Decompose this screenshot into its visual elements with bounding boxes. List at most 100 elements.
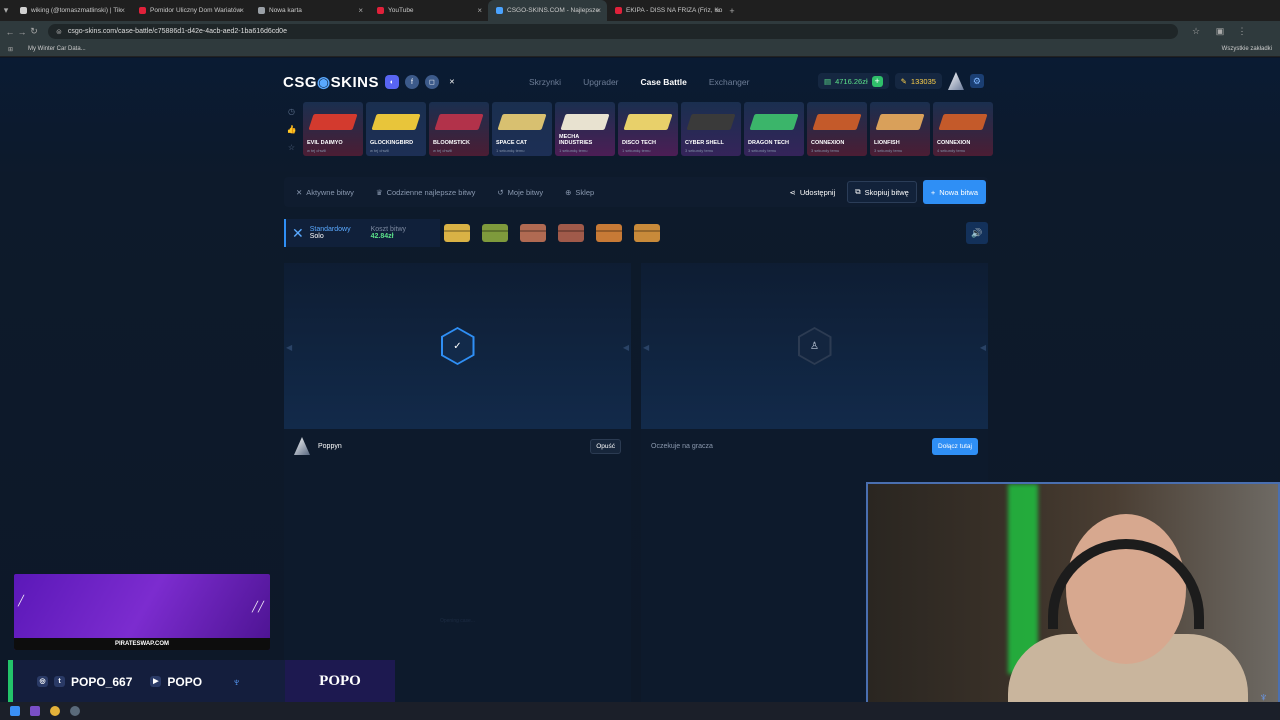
faded-status-text: Opening case...	[439, 618, 476, 624]
x-icon[interactable]: ✕	[445, 75, 459, 89]
drop-card[interactable]: EVIL DAIMYO w tej chwili	[303, 102, 363, 156]
daily-best-battles-link[interactable]: ♛ Codzienne najlepsze bitwy	[376, 188, 476, 197]
twitter-icon: t	[54, 676, 65, 687]
copy-battle-button[interactable]: ⧉ Skopiuj bitwę	[847, 181, 917, 203]
drop-card[interactable]: BLOOMSTICK w tej chwili	[429, 102, 489, 156]
leave-button[interactable]: Opuść	[590, 438, 621, 454]
case-icon[interactable]	[634, 224, 660, 242]
browser-tab[interactable]: YouTube ×	[369, 0, 488, 21]
user-avatar[interactable]	[947, 72, 964, 90]
coins-pill[interactable]: ✎ 133035	[894, 73, 942, 89]
close-tab-icon[interactable]: ×	[477, 6, 482, 15]
drop-card[interactable]: DRAGON TECH 3 sekundy temu	[744, 102, 804, 156]
drop-card[interactable]: CONNEXION 3 sekundy temu	[807, 102, 867, 156]
app-icon[interactable]	[70, 706, 80, 716]
menu-item-case-battle[interactable]: Case Battle	[641, 77, 687, 87]
drop-card[interactable]: CONNEXION 4 sekundy temu	[933, 102, 993, 156]
join-here-button[interactable]: Dołącz tutaj	[932, 437, 978, 455]
brand-mark-icon: ♆	[232, 674, 242, 689]
discord-icon[interactable]: ◐	[384, 75, 399, 89]
close-tab-icon[interactable]: ×	[120, 6, 125, 15]
forward-icon[interactable]: →	[16, 27, 28, 37]
star-icon[interactable]: ☆	[288, 143, 295, 152]
battle-cases	[444, 224, 660, 242]
battle-cost-label: Koszt bitwy	[370, 226, 406, 233]
balance-pill[interactable]: ▤ 4716.26zł +	[818, 73, 889, 89]
extensions-icon[interactable]: ▣	[1214, 26, 1226, 37]
tab-title: wiking (@tomaszmatlinski) | Tik	[31, 7, 122, 14]
case-icon[interactable]	[444, 224, 470, 242]
close-tab-icon[interactable]: ×	[596, 6, 601, 15]
weapon-skin-image	[812, 114, 862, 130]
tab-favicon	[139, 7, 146, 14]
weapon-skin-image	[875, 114, 925, 130]
close-tab-icon[interactable]: ×	[715, 6, 720, 15]
skin-name: SPACE CAT	[496, 140, 527, 146]
drop-card[interactable]: CYBER SHELL 3 sekundy temu	[681, 102, 741, 156]
tab-favicon	[615, 7, 622, 14]
case-icon[interactable]	[596, 224, 622, 242]
battle-mode-card: ✕ Standardowy Solo Koszt bitwy 42.84zł	[284, 219, 440, 247]
skin-name: LIONFISH	[874, 140, 900, 146]
case-icon[interactable]	[482, 224, 508, 242]
new-label: Nowa bitwa	[939, 187, 978, 197]
menu-item-exchanger[interactable]: Exchanger	[709, 77, 750, 87]
active-battles-link[interactable]: ✕ Aktywne bitwy	[296, 188, 354, 197]
sponsor-url: PIRATESWAP.COM	[14, 638, 270, 650]
clock-icon[interactable]: ◷	[288, 107, 295, 116]
browser-tab[interactable]: wiking (@tomaszmatlinski) | Tik ×	[12, 0, 131, 21]
drop-time: 1 sekundę temu	[559, 148, 588, 153]
weapon-skin-image	[497, 114, 547, 130]
tab-favicon	[258, 7, 265, 14]
drop-card[interactable]: DISCO TECH 1 sekundę temu	[618, 102, 678, 156]
drop-time: 3 sekundy temu	[811, 148, 840, 153]
my-battles-link[interactable]: ↺ Moje bitwy	[497, 188, 543, 197]
menu-item-cases[interactable]: Skrzynki	[529, 77, 561, 87]
site-logo[interactable]: CSG◉SKINS	[283, 73, 379, 91]
app-icon[interactable]	[30, 706, 40, 716]
site-header: CSG◉SKINS ◐ f ◻ ✕ Skrzynki Upgrader Case…	[283, 70, 993, 94]
thumb-icon[interactable]: 👍	[287, 125, 297, 134]
all-bookmarks-link[interactable]: Wszystkie zakładki	[1222, 46, 1272, 52]
menu-icon[interactable]: ⋮	[1236, 26, 1248, 37]
apps-icon[interactable]: ⊞	[8, 46, 13, 53]
share-button[interactable]: ⋖ Udostępnij	[784, 181, 842, 203]
trophy-icon: ♛	[375, 187, 383, 197]
drop-card[interactable]: MECHA INDUSTRIES 1 sekundę temu	[555, 102, 615, 156]
drop-card[interactable]: LIONFISH 3 sekundy temu	[870, 102, 930, 156]
instagram-icon[interactable]: ◻	[424, 75, 439, 89]
url-field[interactable]: ⊜ csgo-skins.com/case-battle/c75886d1-d42…	[48, 24, 1178, 39]
browser-tab[interactable]: Nowa karta ×	[250, 0, 369, 21]
skin-name: GLOCKINGBIRD	[370, 140, 414, 146]
url-text: csgo-skins.com/case-battle/c75886d1-d42e…	[67, 28, 287, 35]
waiting-user-icon: ♙	[797, 327, 832, 365]
browser-tab[interactable]: Pomidor Uliczny Dom Wariatów ×	[131, 0, 250, 21]
menu-item-upgrader[interactable]: Upgrader	[583, 77, 618, 87]
browser-tab-active[interactable]: CSGO-SKINS.COM - Najlepsze ×	[488, 0, 607, 21]
sound-toggle-icon[interactable]: 🔊	[966, 222, 988, 244]
chrome-icon[interactable]	[50, 706, 60, 716]
windows-start-icon[interactable]	[10, 706, 20, 716]
new-battle-button[interactable]: + Nowa bitwa	[922, 180, 986, 204]
drop-card[interactable]: SPACE CAT 1 sekundę temu	[492, 102, 552, 156]
reload-icon[interactable]: ↻	[28, 26, 40, 37]
close-tab-icon[interactable]: ×	[358, 6, 363, 15]
facebook-icon[interactable]: f	[404, 75, 419, 89]
drop-card[interactable]: GLOCKINGBIRD w tej chwili	[366, 102, 426, 156]
case-icon[interactable]	[558, 224, 584, 242]
deposit-plus-icon[interactable]: +	[871, 75, 883, 87]
back-icon[interactable]: ←	[4, 27, 16, 37]
settings-gear-icon[interactable]: ⚙	[969, 74, 984, 88]
logo-o-icon: ◉	[317, 74, 331, 91]
new-tab-icon[interactable]: +	[726, 6, 738, 16]
battle-mode-row: ✕ Standardowy Solo Koszt bitwy 42.84zł 🔊	[284, 219, 988, 247]
tab-list-icon[interactable]: ▾	[0, 5, 12, 16]
site-info-icon[interactable]: ⊜	[56, 28, 62, 36]
weapon-skin-image	[938, 114, 988, 130]
browser-tab[interactable]: EKIPA - DISS NA FRIZA (Friz, Ko ×	[607, 0, 726, 21]
case-icon[interactable]	[520, 224, 546, 242]
shop-link[interactable]: ⊕ Sklep	[565, 188, 594, 197]
close-tab-icon[interactable]: ×	[239, 6, 244, 15]
bookmark-star-icon[interactable]: ☆	[1190, 26, 1202, 37]
bookmark-item[interactable]: My Winter Car Data...	[28, 46, 86, 52]
